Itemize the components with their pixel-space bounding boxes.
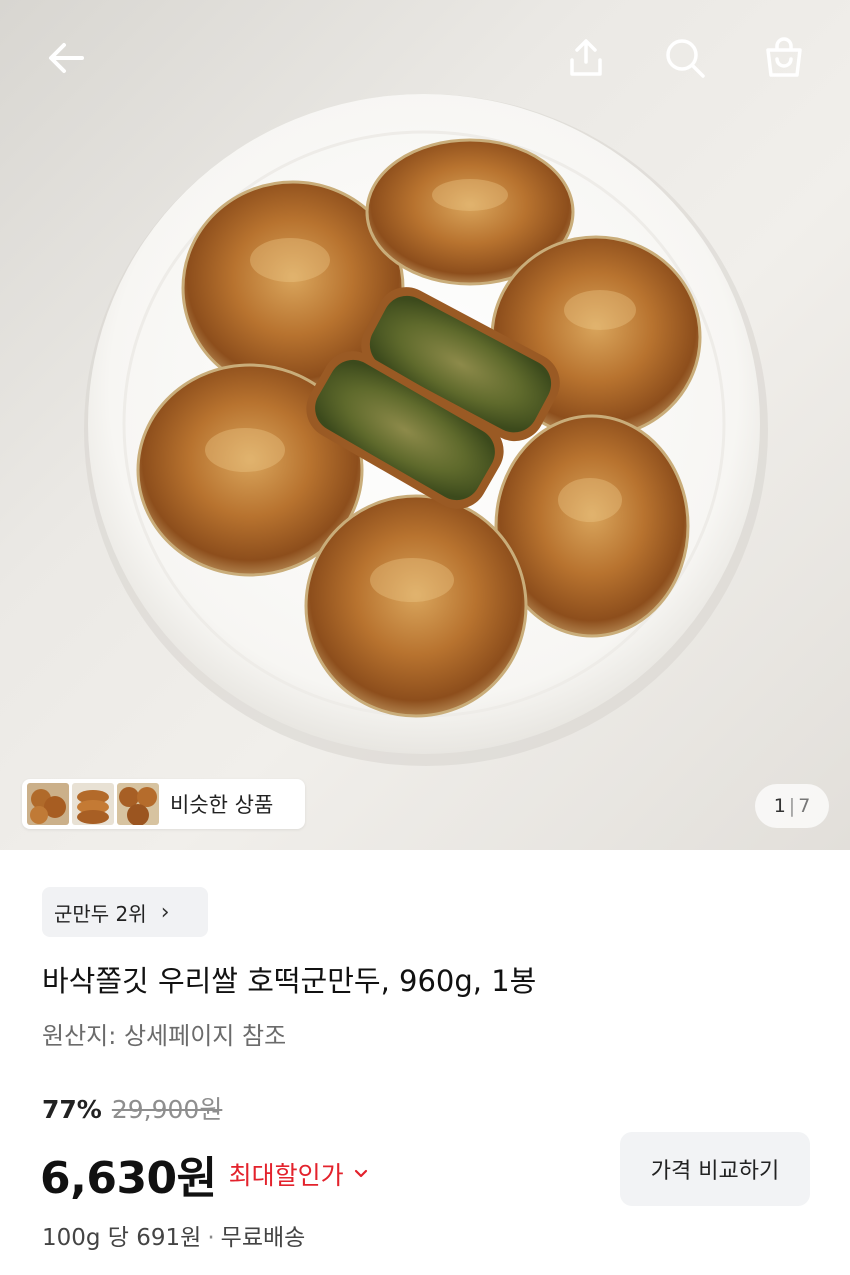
product-title: 바삭쫄깃 우리쌀 호떡군만두, 960g, 1봉	[42, 964, 537, 998]
discount-row: 77% 29,900원	[42, 1090, 222, 1126]
max-discount-price-button[interactable]: 최대할인가	[229, 1156, 368, 1192]
similar-product-thumbnail	[117, 783, 159, 825]
shipping-info: 무료배송	[220, 1225, 306, 1251]
image-counter-current: 1	[773, 795, 786, 817]
separator-dot: ·	[207, 1225, 215, 1251]
category-rank-label: 군만두 2위	[54, 901, 147, 926]
share-icon	[570, 39, 602, 76]
original-price: 29,900원	[111, 1095, 223, 1124]
similar-products-button[interactable]: 비슷한 상품	[22, 779, 305, 829]
sale-price: 6,630원	[40, 1153, 217, 1204]
image-counter-total: 7	[798, 795, 811, 817]
similar-product-thumbnail	[72, 783, 114, 825]
price-row: 6,630원 최대할인가	[40, 1142, 368, 1206]
max-discount-price-label: 최대할인가	[228, 1161, 344, 1190]
category-rank-badge[interactable]: 군만두 2위 ›	[42, 887, 208, 937]
discount-rate: 77%	[42, 1095, 102, 1124]
product-photo	[84, 94, 768, 766]
image-counter: 1 | 7	[755, 784, 829, 828]
search-icon	[666, 39, 705, 78]
similar-products-label: 비슷한 상품	[170, 793, 274, 817]
similar-product-thumbnail	[27, 783, 69, 825]
back-button[interactable]	[38, 30, 94, 86]
cart-button[interactable]	[756, 30, 812, 86]
unit-price: 100g 당 691원	[42, 1225, 202, 1251]
share-button[interactable]	[558, 30, 614, 86]
arrow-left-icon	[49, 43, 84, 73]
search-button[interactable]	[657, 30, 713, 86]
product-image-carousel[interactable]: 비슷한 상품 1 | 7	[0, 0, 850, 850]
chevron-down-icon	[354, 1169, 367, 1178]
unit-price-row: 100g 당 691원 · 무료배송	[42, 1218, 305, 1252]
product-origin: 원산지: 상세페이지 참조	[42, 1022, 287, 1050]
shopping-bag-icon	[766, 37, 802, 77]
image-counter-separator: |	[788, 795, 796, 817]
price-compare-button[interactable]: 가격 비교하기	[620, 1132, 810, 1206]
chevron-right-icon: ›	[160, 899, 170, 925]
